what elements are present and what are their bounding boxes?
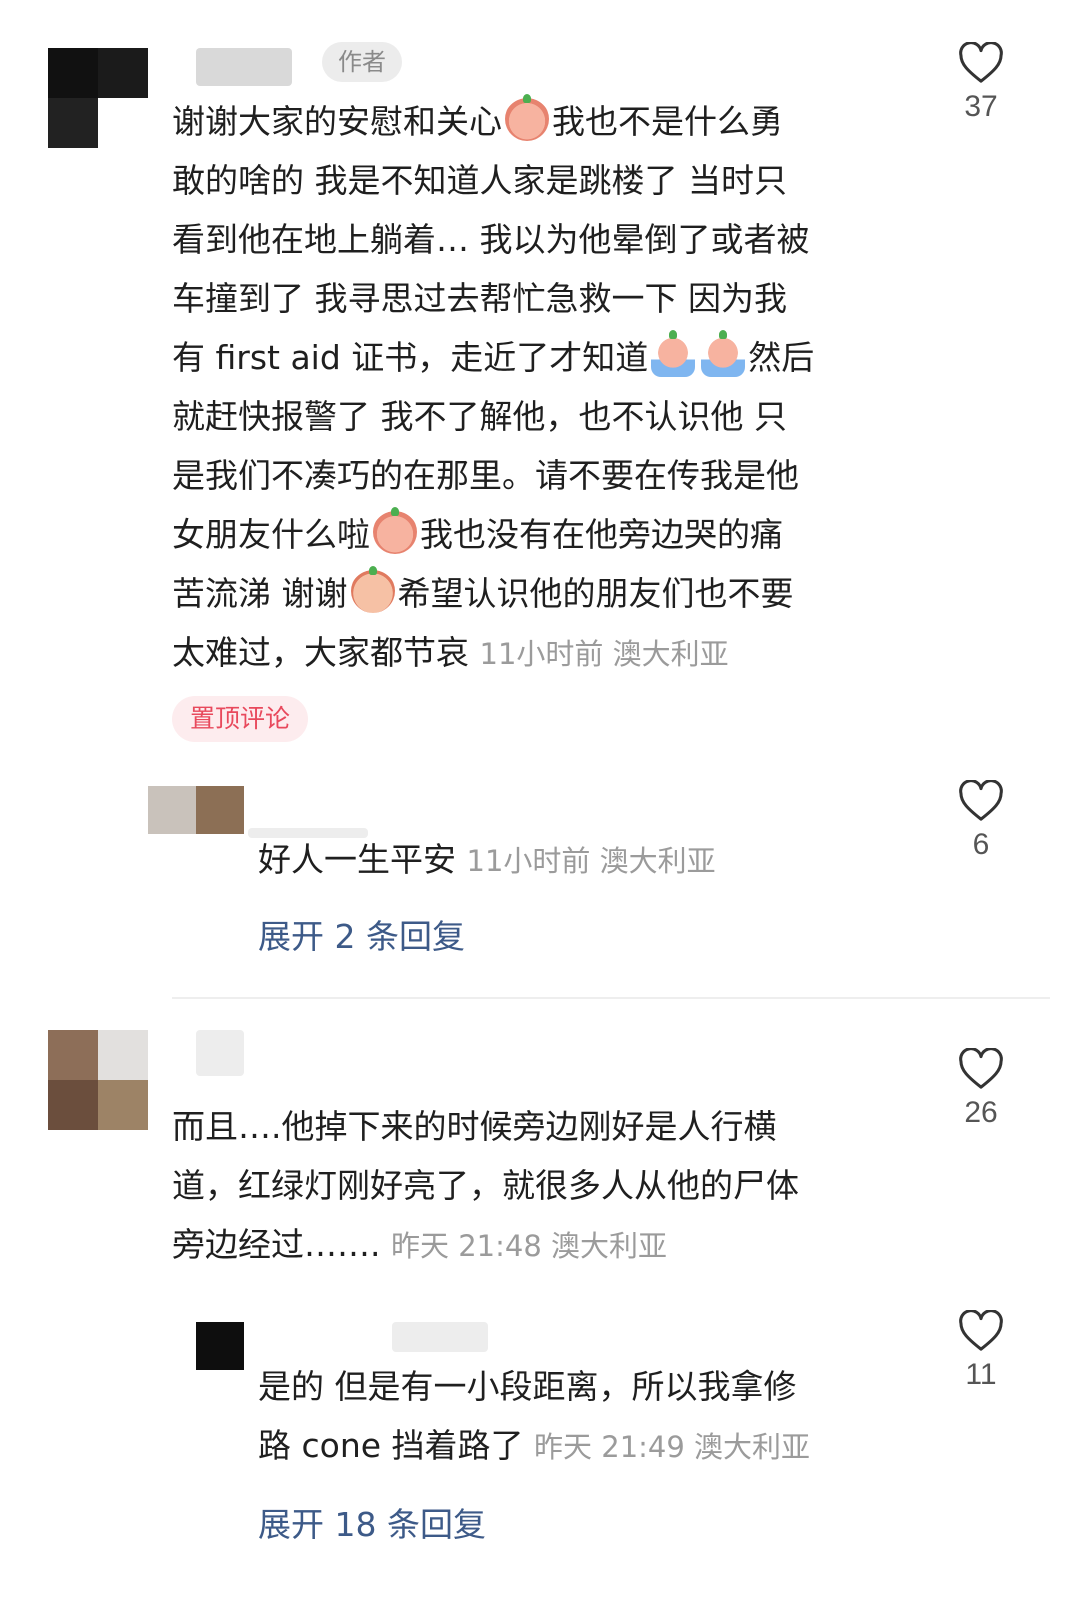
like-count: 26: [964, 1096, 998, 1129]
scared-peach-emoji-icon: [373, 507, 417, 554]
comment-line: 谢谢大家的安慰和关心 我也不是什么勇: [172, 92, 814, 151]
comment-line: 太难过，大家都节哀 11小时前 澳大利亚: [172, 633, 729, 672]
username-blurred[interactable]: [196, 48, 292, 86]
reply-line: 路 cone 挡着路了 昨天 21:49 澳大利亚: [258, 1426, 811, 1465]
reply-avatar[interactable]: [148, 786, 244, 834]
like-count: 11: [965, 1358, 997, 1391]
comment-line: 敢的啥的 我是不知道人家是跳楼了 当时只: [172, 161, 787, 200]
heart-outline-icon: [959, 1048, 1003, 1089]
reply-body[interactable]: 是的 但是有一小段距离，所以我拿修 路 cone 挡着路了 昨天 21:49 澳…: [258, 1357, 810, 1477]
comment-line: 就赶快报警了 我不了解他，也不认识他 只: [172, 397, 787, 436]
reply-like-button[interactable]: 6: [951, 780, 1011, 862]
comment-line: 道，红绿灯刚好亮了，就很多人从他的尸体: [172, 1166, 799, 1205]
reply-meta: 11小时前 澳大利亚: [466, 844, 716, 878]
crying-peach-emoji-icon: [701, 330, 746, 377]
author-tag: 作者: [322, 42, 402, 82]
reply-meta: 昨天 21:49 澳大利亚: [534, 1430, 811, 1464]
expand-replies-link[interactable]: 展开 2 条回复: [258, 910, 465, 958]
divider: [172, 997, 1050, 999]
expand-replies-link[interactable]: 展开 18 条回复: [258, 1498, 486, 1546]
commenter-avatar[interactable]: [48, 1030, 148, 1130]
like-button[interactable]: 26: [951, 1048, 1011, 1130]
like-button[interactable]: 37: [951, 42, 1011, 124]
reply-body[interactable]: 好人一生平安 11小时前 澳大利亚: [258, 830, 716, 891]
heart-outline-icon: [959, 1310, 1003, 1351]
comment-line: 而且….他掉下来的时候旁边刚好是人行横: [172, 1107, 777, 1146]
reply-username-blurred[interactable]: [392, 1322, 488, 1352]
comment-line: 看到他在地上躺着… 我以为他晕倒了或者被: [172, 220, 810, 259]
like-count: 37: [964, 90, 998, 123]
heart-outline-icon: [959, 780, 1003, 821]
comment-line: 有 first aid 证书，走近了才知道 然后: [172, 328, 814, 387]
crying-peach-emoji-icon: [651, 330, 696, 377]
username-blurred[interactable]: [196, 1030, 244, 1076]
comment-body[interactable]: 谢谢大家的安慰和关心 我也不是什么勇 敢的啥的 我是不知道人家是跳楼了 当时只 看…: [172, 92, 814, 684]
reply-text: 好人一生平安: [258, 840, 456, 879]
reply-line: 是的 但是有一小段距离，所以我拿修: [258, 1367, 797, 1406]
comment-meta: 11小时前 澳大利亚: [479, 637, 729, 671]
comment-line: 是我们不凑巧的在那里。请不要在传我是他: [172, 456, 799, 495]
grumpy-emoji-icon: [350, 566, 395, 613]
scared-peach-emoji-icon: [505, 94, 549, 141]
comment-body[interactable]: 而且….他掉下来的时候旁边刚好是人行横 道，红绿灯刚好亮了，就很多人从他的尸体 …: [172, 1097, 799, 1276]
commenter-avatar[interactable]: [48, 48, 148, 148]
comment-line: 苦流涕 谢谢 希望认识他的朋友们也不要: [172, 564, 814, 623]
like-count: 6: [972, 828, 990, 861]
comment-line: 女朋友什么啦 我也没有在他旁边哭的痛: [172, 505, 814, 564]
comment-meta: 昨天 21:48 澳大利亚: [391, 1229, 668, 1263]
heart-outline-icon: [959, 42, 1003, 83]
reply-avatar[interactable]: [196, 1322, 244, 1370]
pinned-comment-badge: 置顶评论: [172, 696, 309, 742]
comment-line: 车撞到了 我寻思过去帮忙急救一下 因为我: [172, 279, 787, 318]
reply-like-button[interactable]: 11: [951, 1310, 1011, 1392]
comment-line: 旁边经过……. 昨天 21:48 澳大利亚: [172, 1225, 668, 1264]
